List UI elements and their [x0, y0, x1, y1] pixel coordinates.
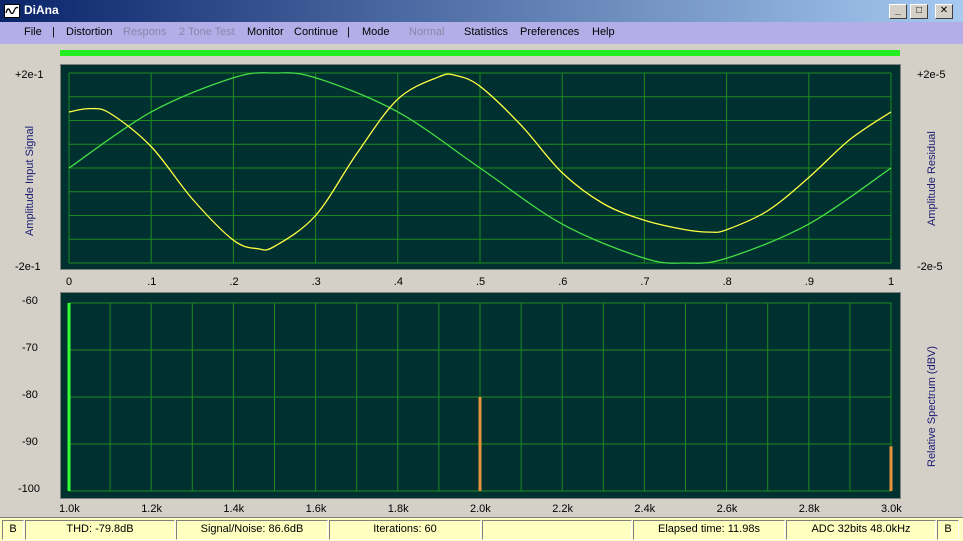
y-axis-label-spectrum: Relative Spectrum (dBV)	[926, 345, 938, 467]
spectrum-plot[interactable]	[60, 292, 901, 499]
level-meter-fill	[60, 50, 900, 56]
spectrum-x-tick-label: 2.0k	[470, 503, 491, 515]
status-thd: THD: -79.8dB	[25, 520, 175, 540]
status-bar: B THD: -79.8dB Signal/Noise: 86.6dB Iter…	[0, 517, 963, 541]
time-domain-svg	[68, 72, 892, 264]
maximize-button[interactable]: □	[910, 4, 928, 19]
app-waveform-icon[interactable]	[4, 4, 20, 18]
status-flag-left: B	[2, 520, 24, 540]
y-left-min-label: -2e-1	[15, 261, 41, 273]
spectrum-x-tick-label: 2.2k	[552, 503, 573, 515]
status-signal-noise: Signal/Noise: 86.6dB	[176, 520, 328, 540]
time-x-tick-label: .6	[558, 276, 568, 288]
menu-separator: |	[347, 26, 350, 38]
spectrum-y-tick-label: -100	[18, 483, 41, 495]
menu-mode[interactable]: Mode	[362, 26, 390, 38]
spectrum-svg	[67, 302, 893, 492]
spectrum-x-tick-label: 3.0k	[881, 503, 902, 515]
status-flag-right: B	[937, 520, 959, 540]
time-x-tick-label: 0	[66, 276, 73, 288]
spectrum-y-tick-label: -80	[22, 389, 38, 401]
window-title: DiAna	[24, 3, 59, 17]
menu-file[interactable]: File	[24, 26, 42, 38]
menu-monitor[interactable]: Monitor	[247, 26, 284, 38]
menu-preferences[interactable]: Preferences	[520, 26, 579, 38]
harmonic-bar	[889, 446, 893, 491]
time-x-tick-label: .2	[229, 276, 239, 288]
menu-2-tone-test[interactable]: 2 Tone Test	[179, 26, 235, 38]
spectrum-x-tick-label: 2.6k	[716, 503, 738, 515]
status-adc: ADC 32bits 48.0kHz	[786, 520, 936, 540]
menu-help[interactable]: Help	[592, 26, 615, 38]
spectrum-y-tick-label: -90	[22, 436, 38, 448]
y-right-max-label: +2e-5	[917, 69, 946, 81]
time-x-tick-label: .5	[476, 276, 486, 288]
title-bar: DiAna _ □ ✕	[0, 0, 963, 22]
close-button[interactable]: ✕	[935, 4, 953, 19]
time-x-tick-label: .3	[311, 276, 321, 288]
time-x-tick-label: 1	[888, 276, 895, 288]
status-elapsed-time: Elapsed time: 11.98s	[633, 520, 785, 540]
time-x-tick-label: .1	[147, 276, 157, 288]
menu-continue[interactable]: Continue	[294, 26, 338, 38]
spectrum-x-tick-label: 2.8k	[798, 503, 820, 515]
menu-separator: |	[52, 26, 55, 38]
y-axis-label-residual: Amplitude Residual	[926, 131, 938, 226]
harmonic-bar	[478, 397, 482, 491]
menu-normal[interactable]: Normal	[409, 26, 444, 38]
time-x-tick-label: .8	[722, 276, 732, 288]
spectrum-x-tick-label: 1.8k	[387, 503, 409, 515]
minimize-button[interactable]: _	[889, 4, 907, 19]
spectrum-x-tick-label: 1.2k	[141, 503, 162, 515]
menu-distortion[interactable]: Distortion	[66, 26, 112, 38]
menu-statistics[interactable]: Statistics	[464, 26, 508, 38]
menu-bar: File | Distortion Respons 2 Tone Test Mo…	[0, 22, 963, 44]
spectrum-x-tick-label: 1.4k	[223, 503, 245, 515]
status-iterations: Iterations: 60	[329, 520, 481, 540]
time-x-tick-label: .9	[804, 276, 814, 288]
y-axis-label-input: Amplitude Input Signal	[24, 125, 36, 236]
time-domain-plot[interactable]	[60, 64, 901, 270]
level-meter	[60, 50, 900, 56]
status-empty	[482, 520, 632, 540]
y-left-max-label: +2e-1	[15, 69, 44, 81]
time-x-tick-label: .7	[640, 276, 650, 288]
y-right-min-label: -2e-5	[917, 261, 943, 273]
spectrum-x-tick-label: 2.4k	[634, 503, 656, 515]
spectrum-y-tick-label: -60	[22, 295, 38, 307]
spectrum-y-tick-label: -70	[22, 342, 38, 354]
menu-respons[interactable]: Respons	[123, 26, 166, 38]
time-x-tick-label: .4	[393, 276, 403, 288]
spectrum-x-tick-label: 1.6k	[305, 503, 327, 515]
fundamental-bar	[67, 303, 71, 491]
spectrum-x-tick-label: 1.0k	[59, 503, 80, 515]
